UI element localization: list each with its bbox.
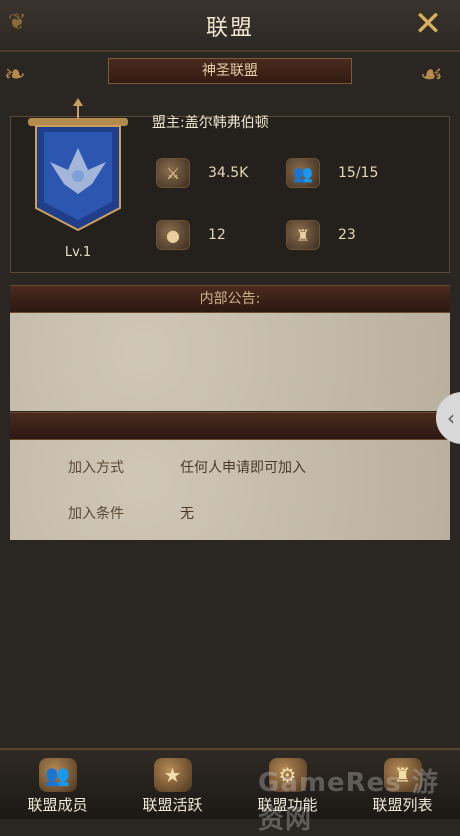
join-condition-label: 加入条件: [68, 506, 124, 522]
join-method-label: 加入方式: [68, 460, 124, 476]
chevron-left-icon: ‹: [447, 406, 455, 430]
page-title: 联盟: [205, 16, 254, 41]
close-button[interactable]: ✕: [410, 6, 446, 42]
join-info-header: [10, 412, 450, 440]
members-icon: 👥: [38, 758, 77, 792]
join-info-panel: 加入方式 任何人申请即可加入 加入条件 无: [10, 440, 450, 540]
nav-alliance-members[interactable]: 👥 联盟成员: [0, 750, 115, 819]
power-value: 34.5K: [208, 165, 249, 181]
corner-ornament-right-icon: ☙: [420, 60, 444, 90]
member-count-value: 15/15: [338, 165, 379, 181]
alliance-banner-icon: [28, 98, 128, 232]
top-bar: ❦ 联盟 ✕: [0, 0, 460, 52]
join-method-value: 任何人申请即可加入: [180, 460, 306, 476]
close-icon: ✕: [413, 4, 443, 44]
nav-alliance-activity[interactable]: ★ 联盟活跃: [115, 750, 230, 819]
crossed-swords-icon: ⚔: [156, 158, 190, 188]
castle-scroll-icon: ♜: [286, 220, 320, 250]
gold-value: 12: [208, 227, 226, 243]
nav-label: 联盟活跃: [142, 796, 203, 814]
star-shield-icon: ★: [153, 758, 192, 792]
alliance-name: 神圣联盟: [108, 58, 352, 84]
watermark: GameRes 游资网: [258, 768, 439, 835]
territory-value: 23: [338, 227, 356, 243]
notice-header: 内部公告:: [10, 285, 450, 313]
corner-ornament-left-icon: ❧: [4, 60, 26, 90]
members-icon: 👥: [286, 158, 320, 188]
join-condition-value: 无: [180, 506, 194, 522]
alliance-level: Lv.1: [64, 245, 92, 260]
gold-coins-icon: ●: [156, 220, 190, 250]
alliance-leader: 盟主:盖尔韩弗伯顿: [152, 115, 269, 131]
notice-content: [10, 313, 450, 411]
nav-label: 联盟成员: [27, 796, 88, 814]
